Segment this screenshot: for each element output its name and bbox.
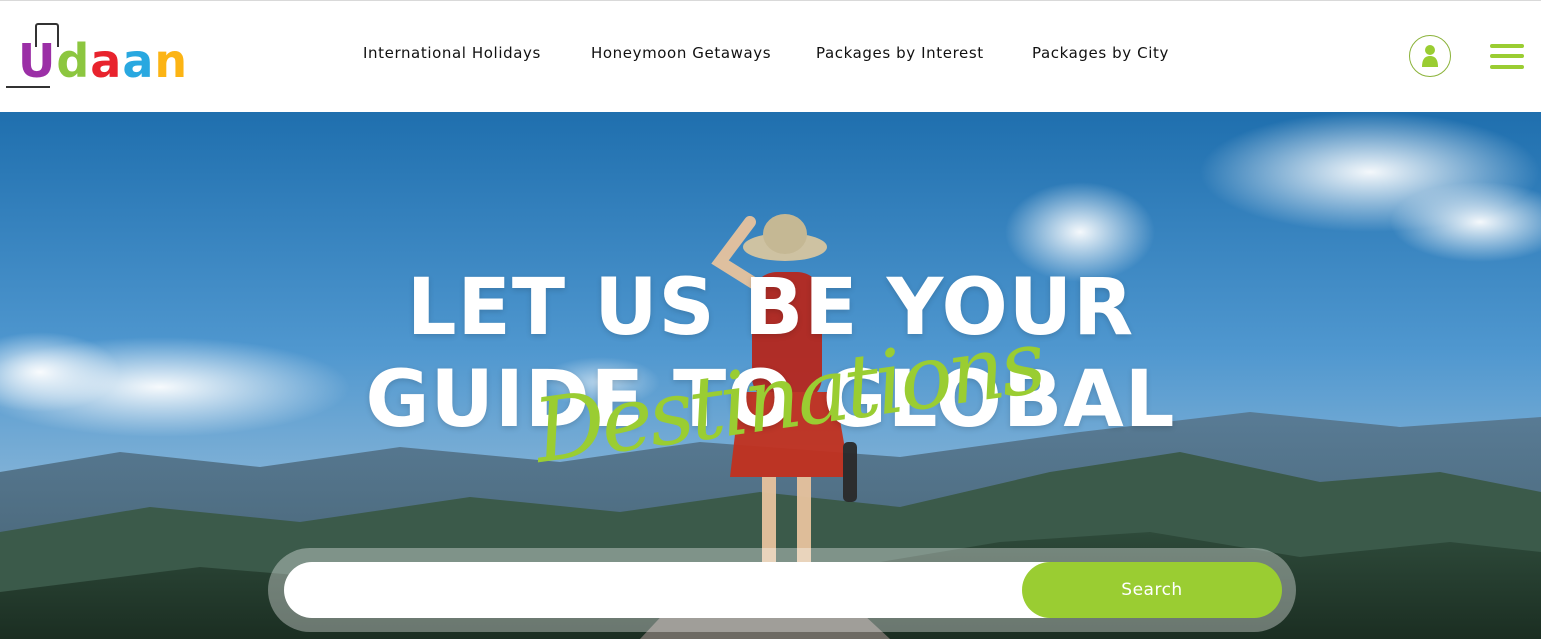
logo-letter: U xyxy=(18,34,57,88)
logo-wordmark: Udaan xyxy=(18,33,188,89)
site-header: Udaan International Holidays Honeymoon G… xyxy=(0,1,1541,112)
menu-bar xyxy=(1490,44,1524,48)
nav-packages-by-city[interactable]: Packages by City xyxy=(1032,44,1169,62)
udaan-logo[interactable]: Udaan xyxy=(6,21,196,93)
nav-packages-by-interest[interactable]: Packages by Interest xyxy=(816,44,984,62)
nav-international-holidays[interactable]: International Holidays xyxy=(363,44,541,62)
user-account-button[interactable] xyxy=(1409,35,1451,77)
headline-line-1: LET US BE YOUR xyxy=(406,263,1135,353)
logo-letter: a xyxy=(90,34,123,88)
nav-honeymoon-getaways[interactable]: Honeymoon Getaways xyxy=(591,44,771,62)
logo-letter: d xyxy=(56,34,91,88)
logo-letter: a xyxy=(122,34,155,88)
hero-banner: LET US BE YOUR GUIDE TO GLOBAL Destinati… xyxy=(0,112,1541,639)
logo-letter: n xyxy=(154,34,189,88)
user-icon xyxy=(1422,45,1438,67)
menu-bar xyxy=(1490,54,1524,58)
destination-search-input[interactable] xyxy=(284,562,1084,618)
menu-bar xyxy=(1490,65,1524,69)
search-button[interactable]: Search xyxy=(1022,562,1282,618)
hamburger-menu-button[interactable] xyxy=(1490,44,1524,69)
search-bar: Search xyxy=(268,548,1296,632)
